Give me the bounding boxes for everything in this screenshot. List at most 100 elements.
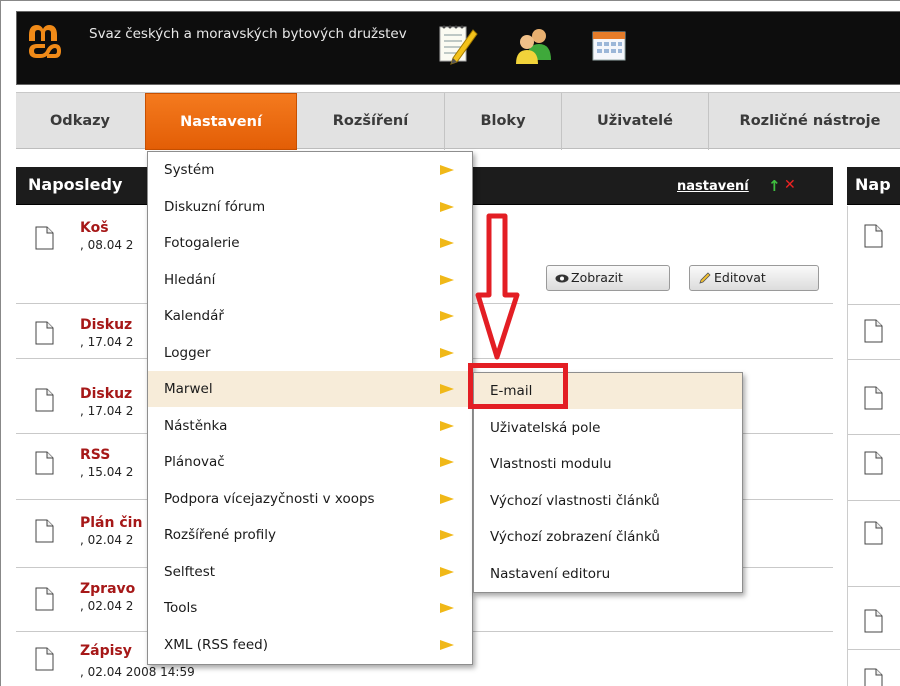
document-icon xyxy=(35,226,54,250)
menu-item-hledani[interactable]: Hledání xyxy=(148,262,472,298)
document-icon xyxy=(35,321,54,345)
submenu-arrow-icon xyxy=(440,347,454,358)
submenu-item-uzivatelska-pole[interactable]: Uživatelská pole xyxy=(474,410,742,446)
pencil-icon xyxy=(699,272,711,284)
item-title[interactable]: Plán čin xyxy=(80,515,142,531)
calendar-icon[interactable] xyxy=(587,22,631,68)
close-icon[interactable]: ✕ xyxy=(784,177,796,193)
item-title[interactable]: Diskuz xyxy=(80,317,132,333)
menu-item-rozsirene-profily[interactable]: Rozšířené profily xyxy=(148,517,472,553)
submenu-arrow-icon xyxy=(440,274,454,285)
submenu-item-vychozi-vlastnosti-clanku[interactable]: Výchozí vlastnosti článků xyxy=(474,483,742,519)
document-icon xyxy=(864,319,883,343)
menu-item-label: Kalendář xyxy=(164,308,224,324)
document-icon xyxy=(864,609,883,633)
site-header: Svaz českých a moravských bytových družs… xyxy=(16,11,900,85)
menu-item-label: Logger xyxy=(164,344,211,361)
item-date: , 08.04 2 xyxy=(80,238,134,252)
menu-item-diskuzni-forum[interactable]: Diskuzní fórum xyxy=(148,189,472,225)
nav-odkazy[interactable]: Odkazy xyxy=(16,93,144,150)
item-title[interactable]: Zápisy xyxy=(80,643,132,659)
item-date: , 02.04 2 xyxy=(80,533,134,547)
submenu-arrow-icon xyxy=(440,384,454,394)
document-icon xyxy=(35,587,54,611)
item-date: , 02.04 2008 14:59 xyxy=(80,665,195,679)
document-icon xyxy=(864,386,883,410)
edit-button[interactable]: Editovat xyxy=(689,265,819,291)
submenu-arrow-icon xyxy=(440,238,454,248)
item-title[interactable]: RSS xyxy=(80,447,110,463)
menu-item-nastenka[interactable]: Nástěnka xyxy=(148,408,472,444)
document-icon xyxy=(35,451,54,475)
view-button[interactable]: Zobrazit xyxy=(546,265,670,291)
item-date: , 17.04 2 xyxy=(80,335,134,349)
item-title[interactable]: Zpravo xyxy=(80,581,135,597)
nav-nastaveni[interactable]: Nastavení xyxy=(145,93,297,150)
menu-item-label: Plánovač xyxy=(164,454,225,470)
menu-item-kalendar[interactable]: Kalendář xyxy=(148,298,472,334)
nav-uzivatele[interactable]: Uživatelé xyxy=(563,93,707,150)
menu-item-label: Selftest xyxy=(164,563,216,580)
annotation-highlight-box xyxy=(468,363,568,409)
document-icon xyxy=(864,451,883,475)
menu-item-label: Marwel xyxy=(164,381,213,397)
up-arrow-icon[interactable]: ↑ xyxy=(768,177,781,195)
panel-settings-link[interactable]: nastavení xyxy=(677,179,749,194)
menu-item-label: Fotogalerie xyxy=(164,235,240,251)
site-title[interactable]: Svaz českých a moravských bytových družs… xyxy=(89,25,429,44)
left-panel-title: Naposledy xyxy=(28,175,123,194)
menu-item-podpora-vicejazycnosti[interactable]: Podpora vícejazyčnosti v xoops xyxy=(148,481,472,517)
document-icon xyxy=(35,519,54,543)
menu-item-system[interactable]: Systém xyxy=(148,152,472,188)
menu-item-xml-rss-feed[interactable]: XML (RSS feed) xyxy=(148,627,472,663)
nav-rozsireni[interactable]: Rozšíření xyxy=(298,93,443,150)
nav-rozlicne-nastroje[interactable]: Rozličné nástroje xyxy=(710,93,900,150)
users-icon[interactable] xyxy=(513,22,557,68)
submenu-arrow-icon xyxy=(440,420,454,431)
document-icon xyxy=(864,668,883,686)
menu-item-label: Rozšířené profily xyxy=(164,527,276,543)
notepad-icon[interactable] xyxy=(435,22,479,68)
item-title[interactable]: Koš xyxy=(80,220,109,236)
document-icon xyxy=(35,388,54,412)
submenu-arrow-icon xyxy=(440,201,454,212)
document-icon xyxy=(35,647,54,671)
eye-icon xyxy=(555,274,569,283)
main-navigation: Odkazy Nastavení Rozšíření Bloky Uživate… xyxy=(16,92,900,150)
menu-item-marwel[interactable]: Marwel xyxy=(148,371,472,407)
settings-dropdown-menu: Systém Diskuzní fórum Fotogalerie Hledán… xyxy=(147,151,473,665)
menu-item-label: Systém xyxy=(164,162,215,178)
logo-icon[interactable] xyxy=(25,21,65,61)
menu-item-label: XML (RSS feed) xyxy=(164,636,268,653)
submenu-arrow-icon xyxy=(440,493,454,504)
right-panel-title: Nap xyxy=(855,175,891,194)
browser-frame: Svaz českých a moravských bytových družs… xyxy=(0,0,900,686)
submenu-item-nastaveni-editoru[interactable]: Nastavení editoru xyxy=(474,556,742,592)
right-panel-header: Nap xyxy=(847,167,900,205)
submenu-arrow-icon xyxy=(440,165,454,175)
document-icon xyxy=(864,521,883,545)
submenu-arrow-icon xyxy=(440,457,454,467)
submenu-arrow-icon xyxy=(440,530,454,540)
menu-item-label: Nástěnka xyxy=(164,417,228,434)
submenu-arrow-icon xyxy=(440,639,454,650)
annotation-arrow-icon xyxy=(475,213,520,360)
item-date: , 02.04 2 xyxy=(80,599,134,613)
submenu-arrow-icon xyxy=(440,311,454,321)
menu-item-fotogalerie[interactable]: Fotogalerie xyxy=(148,225,472,261)
submenu-item-vychozi-zobrazeni-clanku[interactable]: Výchozí zobrazení článků xyxy=(474,519,742,555)
menu-item-logger[interactable]: Logger xyxy=(148,335,472,371)
submenu-arrow-icon xyxy=(440,566,454,577)
menu-item-label: Podpora vícejazyčnosti v xoops xyxy=(164,490,375,507)
menu-item-label: Diskuzní fórum xyxy=(164,198,266,215)
submenu-arrow-icon xyxy=(440,603,454,613)
item-date: , 17.04 2 xyxy=(80,404,134,418)
submenu-item-vlastnosti-modulu[interactable]: Vlastnosti modulu xyxy=(474,446,742,482)
menu-item-planovac[interactable]: Plánovač xyxy=(148,444,472,480)
menu-item-tools[interactable]: Tools xyxy=(148,590,472,626)
view-button-label: Zobrazit xyxy=(571,270,623,285)
menu-item-selftest[interactable]: Selftest xyxy=(148,554,472,590)
menu-item-label: Hledání xyxy=(164,271,216,288)
item-title[interactable]: Diskuz xyxy=(80,386,132,402)
nav-bloky[interactable]: Bloky xyxy=(446,93,560,150)
